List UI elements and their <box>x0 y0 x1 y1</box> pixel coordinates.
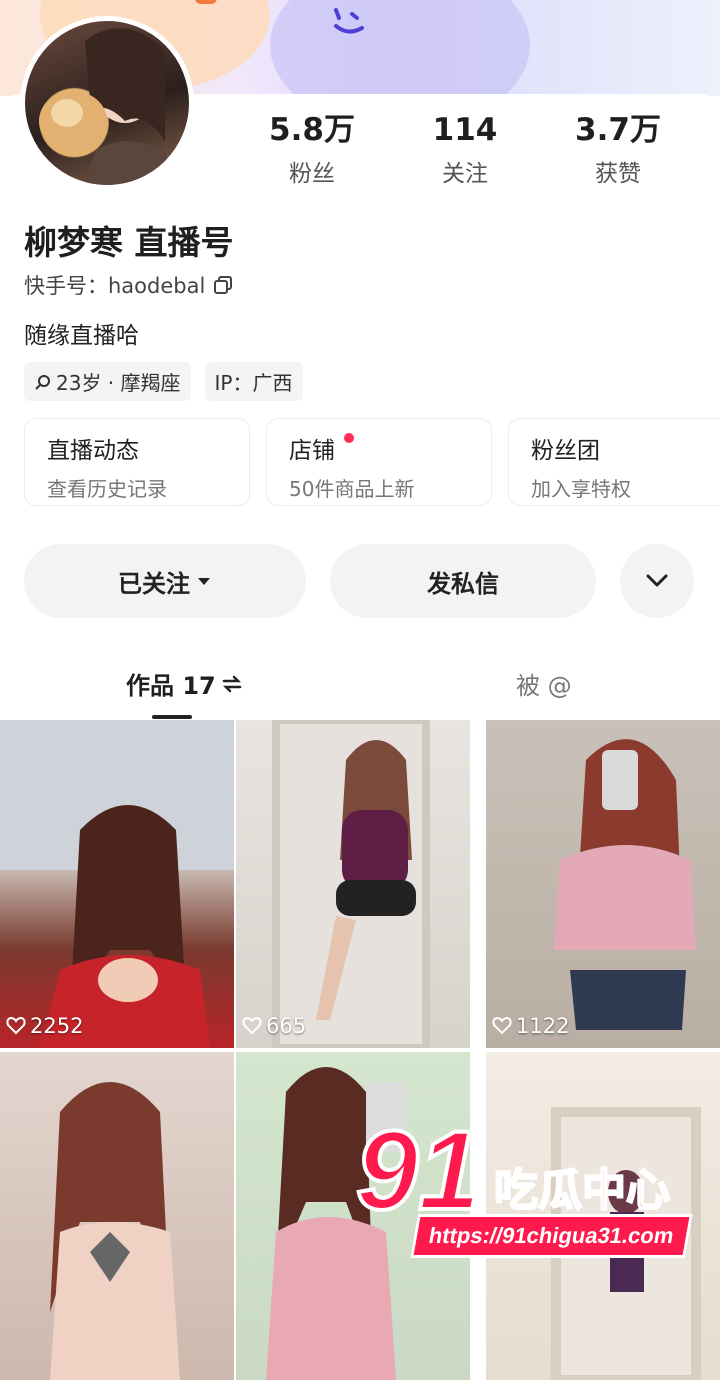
tab-indicator <box>152 715 192 719</box>
followers-label: 粉丝 <box>289 161 335 187</box>
watermark-text: 吃瓜中心 <box>493 1164 671 1217</box>
like-count-value: 665 <box>266 1014 307 1038</box>
watermark: 91 吃瓜中心 https://91chigua31.com <box>354 1108 706 1262</box>
work-tile[interactable] <box>0 1052 234 1380</box>
card-fan-club-subtitle: 加入享特权 <box>531 477 631 501</box>
stat-likes[interactable]: 3.7万 获赞 <box>558 110 678 188</box>
like-count: 1122 <box>492 1014 569 1038</box>
card-fan-club[interactable]: 粉丝团 加入享特权 <box>508 418 720 506</box>
message-button-label: 发私信 <box>427 569 499 598</box>
banner-face-icon <box>334 8 364 34</box>
profile-tags: 23岁 · 摩羯座 IP：广西 <box>24 362 303 401</box>
age-tag-label: 23岁 · 摩羯座 <box>56 371 181 395</box>
likes-label: 获赞 <box>595 161 641 187</box>
profile-bio: 随缘直播哈 <box>24 323 139 349</box>
tab-mentions-label: 被 @ <box>516 672 572 700</box>
swap-icon <box>222 675 242 692</box>
work-tile[interactable]: 2252 <box>0 720 234 1048</box>
following-count: 114 <box>432 112 498 148</box>
work-tile[interactable]: 665 <box>236 720 470 1048</box>
likes-count: 3.7万 <box>575 112 661 148</box>
followed-button-label: 已关注 <box>118 569 190 598</box>
like-count-value: 2252 <box>30 1014 84 1038</box>
following-label: 关注 <box>442 161 488 187</box>
watermark-url: https://91chigua31.com <box>410 1214 693 1258</box>
heart-icon <box>6 1017 26 1035</box>
card-shop-title: 店铺 <box>289 438 335 464</box>
work-tile[interactable]: 1122 <box>486 720 720 1048</box>
more-button[interactable] <box>620 544 694 618</box>
card-shop[interactable]: 店铺 50件商品上新 <box>266 418 492 506</box>
heart-icon <box>492 1017 512 1035</box>
new-dot-badge <box>344 433 354 443</box>
profile-name: 柳梦寒 直播号 <box>24 223 234 262</box>
caret-down-icon <box>198 578 210 585</box>
stat-following[interactable]: 114 关注 <box>405 110 525 188</box>
chevron-down-icon <box>646 574 668 587</box>
copy-icon[interactable] <box>213 275 233 295</box>
card-fan-club-title: 粉丝团 <box>531 438 600 464</box>
tab-works[interactable]: 作品 17 <box>126 666 242 701</box>
card-live-title: 直播动态 <box>47 438 139 464</box>
like-count: 2252 <box>6 1014 83 1038</box>
feature-cards: 直播动态 查看历史记录 店铺 50件商品上新 粉丝团 加入享特权 <box>24 418 720 506</box>
followed-button[interactable]: 已关注 <box>24 544 306 618</box>
like-count: 665 <box>242 1014 306 1038</box>
like-count-value: 1122 <box>516 1014 570 1038</box>
card-live-subtitle: 查看历史记录 <box>47 477 167 501</box>
ip-tag-label: IP：广西 <box>214 371 293 395</box>
user-id-row: 快手号：haodebal <box>24 270 233 300</box>
user-id: 快手号：haodebal <box>24 274 206 298</box>
age-tag: 23岁 · 摩羯座 <box>24 362 191 401</box>
gender-icon <box>35 374 50 390</box>
card-shop-subtitle: 50件商品上新 <box>289 477 415 501</box>
watermark-number: 91 <box>354 1108 483 1233</box>
avatar[interactable] <box>20 16 194 190</box>
tab-works-label: 作品 17 <box>126 672 216 700</box>
card-live[interactable]: 直播动态 查看历史记录 <box>24 418 250 506</box>
stat-followers[interactable]: 5.8万 粉丝 <box>252 110 372 188</box>
message-button[interactable]: 发私信 <box>330 544 596 618</box>
heart-icon <box>242 1017 262 1035</box>
followers-count: 5.8万 <box>269 112 355 148</box>
ip-tag: IP：广西 <box>204 362 303 401</box>
tab-mentions[interactable]: 被 @ <box>516 666 572 701</box>
